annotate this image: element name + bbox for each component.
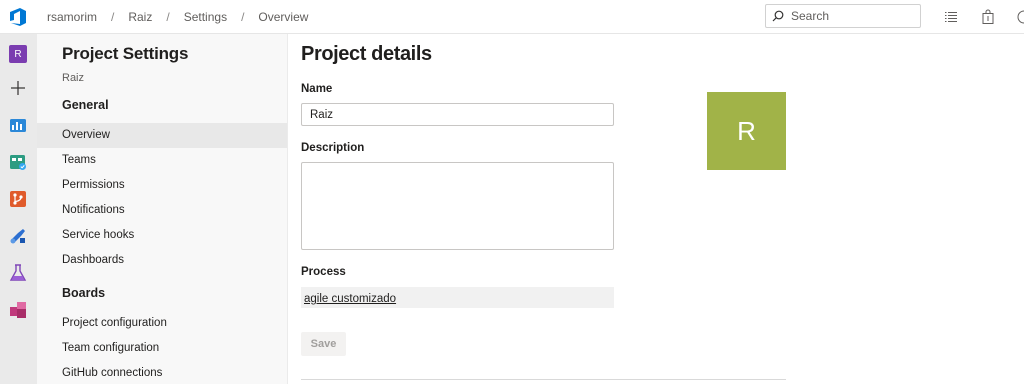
- nav-item-teams[interactable]: Teams: [37, 148, 287, 173]
- nav-project-name: Raiz: [62, 72, 85, 84]
- nav-group-boards: Boards: [62, 286, 106, 300]
- nav-item-overview[interactable]: Overview: [37, 123, 287, 148]
- breadcrumb-project[interactable]: Raiz: [128, 10, 152, 24]
- nav-item-notifications[interactable]: Notifications: [37, 198, 287, 223]
- description-label: Description: [301, 142, 365, 154]
- breadcrumb-org[interactable]: rsamorim: [47, 10, 97, 24]
- boards-icon[interactable]: [8, 152, 28, 172]
- search-box[interactable]: [765, 4, 921, 28]
- section-divider: [301, 379, 786, 380]
- pipelines-icon[interactable]: [8, 226, 28, 246]
- azure-devops-logo-icon[interactable]: [7, 6, 29, 28]
- overview-icon[interactable]: [8, 115, 28, 135]
- breadcrumb-settings[interactable]: Settings: [184, 10, 227, 24]
- save-button[interactable]: Save: [301, 332, 346, 356]
- new-icon[interactable]: [8, 78, 28, 98]
- breadcrumb: rsamorim / Raiz / Settings / Overview: [47, 0, 308, 34]
- test-plans-icon[interactable]: [8, 263, 28, 283]
- search-input[interactable]: [789, 8, 913, 24]
- nav-group-general: General: [62, 98, 109, 112]
- project-avatar-small[interactable]: R: [8, 44, 28, 64]
- breadcrumb-overview[interactable]: Overview: [258, 10, 308, 24]
- nav-item-service-hooks[interactable]: Service hooks: [37, 223, 287, 248]
- name-label: Name: [301, 83, 333, 95]
- repos-icon[interactable]: [8, 189, 28, 209]
- page-title: Project details: [301, 43, 432, 65]
- project-avatar[interactable]: R: [707, 92, 786, 170]
- navigation-rail: R: [0, 34, 37, 384]
- marketplace-bag-icon[interactable]: [980, 9, 996, 25]
- top-bar: rsamorim / Raiz / Settings / Overview: [0, 0, 1024, 34]
- settings-nav: Project Settings Raiz General Overview T…: [37, 34, 288, 384]
- nav-title: Project Settings: [62, 44, 189, 63]
- process-link[interactable]: agile customizado: [304, 293, 396, 305]
- project-initial: R: [9, 45, 27, 63]
- breadcrumb-separator: /: [166, 10, 170, 24]
- task-list-icon[interactable]: [943, 9, 959, 25]
- project-name-field[interactable]: [301, 103, 614, 126]
- nav-item-github-connections[interactable]: GitHub connections: [37, 361, 287, 386]
- nav-item-team-configuration[interactable]: Team configuration: [37, 336, 287, 361]
- search-icon: [772, 10, 784, 22]
- nav-item-permissions[interactable]: Permissions: [37, 173, 287, 198]
- project-avatar-initial: R: [737, 115, 756, 146]
- nav-item-project-configuration[interactable]: Project configuration: [37, 311, 287, 336]
- nav-item-dashboards[interactable]: Dashboards: [37, 248, 287, 273]
- process-label: Process: [301, 266, 346, 278]
- breadcrumb-separator: /: [111, 10, 115, 24]
- help-icon[interactable]: [1016, 9, 1024, 25]
- breadcrumb-separator: /: [241, 10, 245, 24]
- artifacts-icon[interactable]: [8, 300, 28, 320]
- process-field: agile customizado: [301, 287, 614, 308]
- project-description-field[interactable]: [301, 162, 614, 250]
